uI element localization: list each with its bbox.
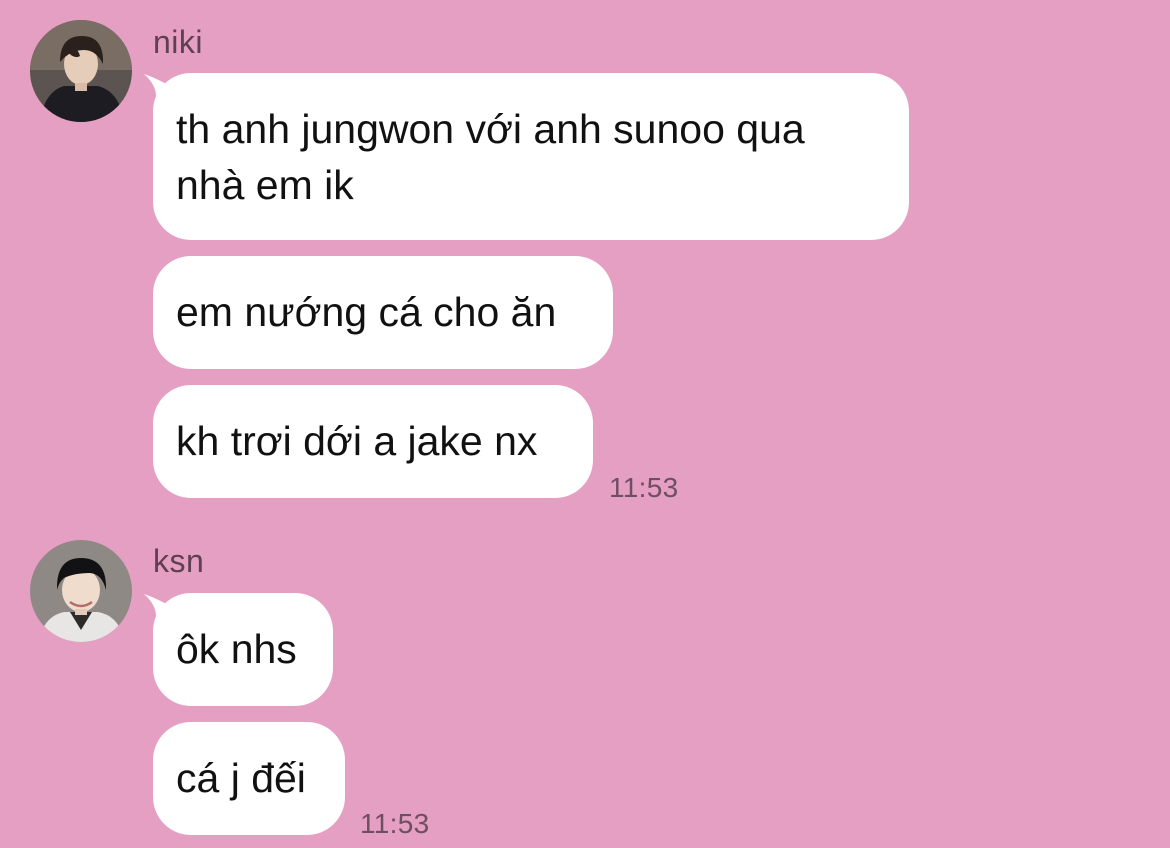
message-bubble[interactable]: em nướng cá cho ăn <box>153 256 613 369</box>
message-bubble[interactable]: cá j đếi <box>153 722 345 835</box>
message-bubble[interactable]: kh trơi dới a jake nx <box>153 385 593 498</box>
sender-name-niki: niki <box>153 24 204 60</box>
avatar-ksn-photo <box>30 540 132 642</box>
message-timestamp: 11:53 <box>360 808 430 839</box>
chat-view: niki th anh jungwon với anh sunoo qua nh… <box>0 0 1170 848</box>
avatar-ksn[interactable] <box>30 540 132 642</box>
message-bubble[interactable]: ôk nhs <box>153 593 333 706</box>
message-timestamp: 11:53 <box>609 472 679 503</box>
avatar-niki-photo <box>30 20 132 122</box>
avatar-niki[interactable] <box>30 20 132 122</box>
sender-name-ksn: ksn <box>153 543 205 579</box>
message-bubble[interactable]: th anh jungwon với anh sunoo qua nhà em … <box>153 73 909 240</box>
